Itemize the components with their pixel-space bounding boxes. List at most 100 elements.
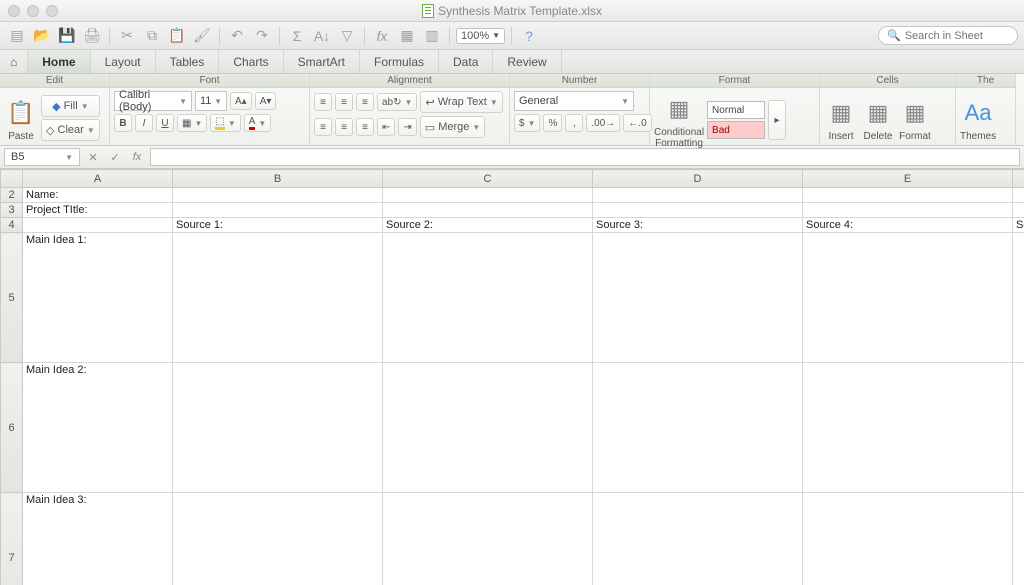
font-name-select[interactable]: Calibri (Body)▼ — [114, 91, 192, 111]
tab-review[interactable]: Review — [493, 50, 561, 73]
redo-button[interactable]: ↷ — [251, 25, 273, 47]
cancel-entry-button[interactable]: ✕ — [84, 148, 102, 166]
row-header-7[interactable]: 7 — [1, 493, 23, 585]
column-header-C[interactable]: C — [383, 170, 593, 188]
cell-E2[interactable] — [803, 188, 1013, 203]
conditional-formatting-button[interactable]: ▦ Conditional Formatting — [654, 91, 704, 149]
clear-button[interactable]: ◇ Clear▼ — [41, 119, 100, 141]
increase-decimal-button[interactable]: .00→ — [586, 114, 620, 132]
cell-partial-7[interactable] — [1013, 493, 1024, 585]
merge-button[interactable]: ▭ Merge▼ — [420, 116, 486, 138]
delete-button[interactable]: ▦Delete — [861, 95, 895, 142]
tab-charts[interactable]: Charts — [219, 50, 283, 73]
save-button[interactable]: 💾 — [56, 25, 78, 47]
cell-A6[interactable]: Main Idea 2: — [23, 363, 173, 493]
column-header-A[interactable]: A — [23, 170, 173, 188]
shrink-font-button[interactable]: A▾ — [255, 92, 277, 110]
style-normal[interactable]: Normal — [707, 101, 765, 119]
italic-button[interactable]: I — [135, 114, 153, 132]
cell-D2[interactable] — [593, 188, 803, 203]
row-header-4[interactable]: 4 — [1, 218, 23, 233]
filter-button[interactable]: ▽ — [336, 25, 358, 47]
spreadsheet-grid[interactable]: ABCDE2Name:3Project TItle:4Source 1:Sour… — [0, 169, 1024, 585]
cell-C7[interactable] — [383, 493, 593, 585]
cell-partial-6[interactable] — [1013, 363, 1024, 493]
cell-A4[interactable] — [23, 218, 173, 233]
fill-button[interactable]: ◆ Fill▼ — [41, 95, 100, 117]
cell-partial-4[interactable]: So — [1013, 218, 1024, 233]
border-button[interactable]: ▦▼ — [177, 114, 207, 132]
select-all-corner[interactable] — [1, 170, 23, 188]
row-header-2[interactable]: 2 — [1, 188, 23, 203]
insert-function-button[interactable]: fx — [128, 148, 146, 166]
tab-smartart[interactable]: SmartArt — [284, 50, 360, 73]
decrease-decimal-button[interactable]: ←.0 — [623, 114, 651, 132]
accept-entry-button[interactable]: ✓ — [106, 148, 124, 166]
cell-A2[interactable]: Name: — [23, 188, 173, 203]
formula-bar[interactable] — [150, 148, 1020, 166]
cell-B6[interactable] — [173, 363, 383, 493]
open-button[interactable]: 📂 — [31, 25, 53, 47]
align-bottom-button[interactable]: ≡ — [356, 93, 374, 111]
cell-E3[interactable] — [803, 203, 1013, 218]
indent-increase-button[interactable]: ⇥ — [398, 118, 416, 136]
cell-A5[interactable]: Main Idea 1: — [23, 233, 173, 363]
tab-tables[interactable]: Tables — [156, 50, 220, 73]
align-left-button[interactable]: ≡ — [314, 118, 332, 136]
tab-home-icon[interactable]: ⌂ — [0, 50, 28, 73]
indent-decrease-button[interactable]: ⇤ — [377, 118, 395, 136]
cell-A3[interactable]: Project TItle: — [23, 203, 173, 218]
wrap-text-button[interactable]: ↩ Wrap Text▼ — [420, 91, 502, 113]
cell-C6[interactable] — [383, 363, 593, 493]
undo-button[interactable]: ↶ — [226, 25, 248, 47]
new-button[interactable]: ▤ — [6, 25, 28, 47]
tab-home[interactable]: Home — [28, 50, 90, 73]
column-header-partial[interactable] — [1013, 170, 1024, 188]
fx-button[interactable]: fx — [371, 25, 393, 47]
search-field[interactable]: 🔍 — [878, 26, 1018, 45]
tab-data[interactable]: Data — [439, 50, 493, 73]
tab-layout[interactable]: Layout — [91, 50, 156, 73]
cell-C4[interactable]: Source 2: — [383, 218, 593, 233]
cell-B4[interactable]: Source 1: — [173, 218, 383, 233]
paste-button[interactable]: 📋 — [166, 25, 188, 47]
font-size-select[interactable]: 11▼ — [195, 91, 227, 111]
comma-button[interactable]: , — [565, 114, 583, 132]
style-bad[interactable]: Bad — [707, 121, 765, 139]
cell-D7[interactable] — [593, 493, 803, 585]
font-color-button[interactable]: A▼ — [244, 114, 272, 132]
copy-button[interactable]: ⧉ — [141, 25, 163, 47]
cell-partial-2[interactable] — [1013, 188, 1024, 203]
format-button[interactable]: ▦Format — [898, 95, 932, 142]
column-header-B[interactable]: B — [173, 170, 383, 188]
help-button[interactable]: ? — [518, 25, 540, 47]
paste-big-button[interactable]: 📋 Paste — [4, 95, 38, 142]
tab-formulas[interactable]: Formulas — [360, 50, 439, 73]
cell-partial-5[interactable] — [1013, 233, 1024, 363]
row-header-5[interactable]: 5 — [1, 233, 23, 363]
number-format-select[interactable]: General▼ — [514, 91, 634, 111]
cell-D5[interactable] — [593, 233, 803, 363]
cell-E6[interactable] — [803, 363, 1013, 493]
bold-button[interactable]: B — [114, 114, 132, 132]
sort-button[interactable]: A↓ — [311, 25, 333, 47]
cut-button[interactable]: ✂ — [116, 25, 138, 47]
align-top-button[interactable]: ≡ — [314, 93, 332, 111]
cell-C5[interactable] — [383, 233, 593, 363]
cell-C3[interactable] — [383, 203, 593, 218]
column-header-D[interactable]: D — [593, 170, 803, 188]
styles-more-button[interactable]: ▸ — [768, 100, 786, 140]
underline-button[interactable]: U — [156, 114, 174, 132]
insert-button[interactable]: ▦Insert — [824, 95, 858, 142]
cell-A7[interactable]: Main Idea 3: — [23, 493, 173, 585]
orientation-button[interactable]: ab↻▼ — [377, 93, 417, 111]
cell-D4[interactable]: Source 3: — [593, 218, 803, 233]
format-painter-button[interactable]: 🖌 — [191, 25, 213, 47]
column-header-E[interactable]: E — [803, 170, 1013, 188]
autosum-button[interactable]: Σ — [286, 25, 308, 47]
row-header-3[interactable]: 3 — [1, 203, 23, 218]
cell-B5[interactable] — [173, 233, 383, 363]
name-box[interactable]: B5▼ — [4, 148, 80, 166]
cell-D6[interactable] — [593, 363, 803, 493]
print-button[interactable]: 🖨 — [81, 25, 103, 47]
